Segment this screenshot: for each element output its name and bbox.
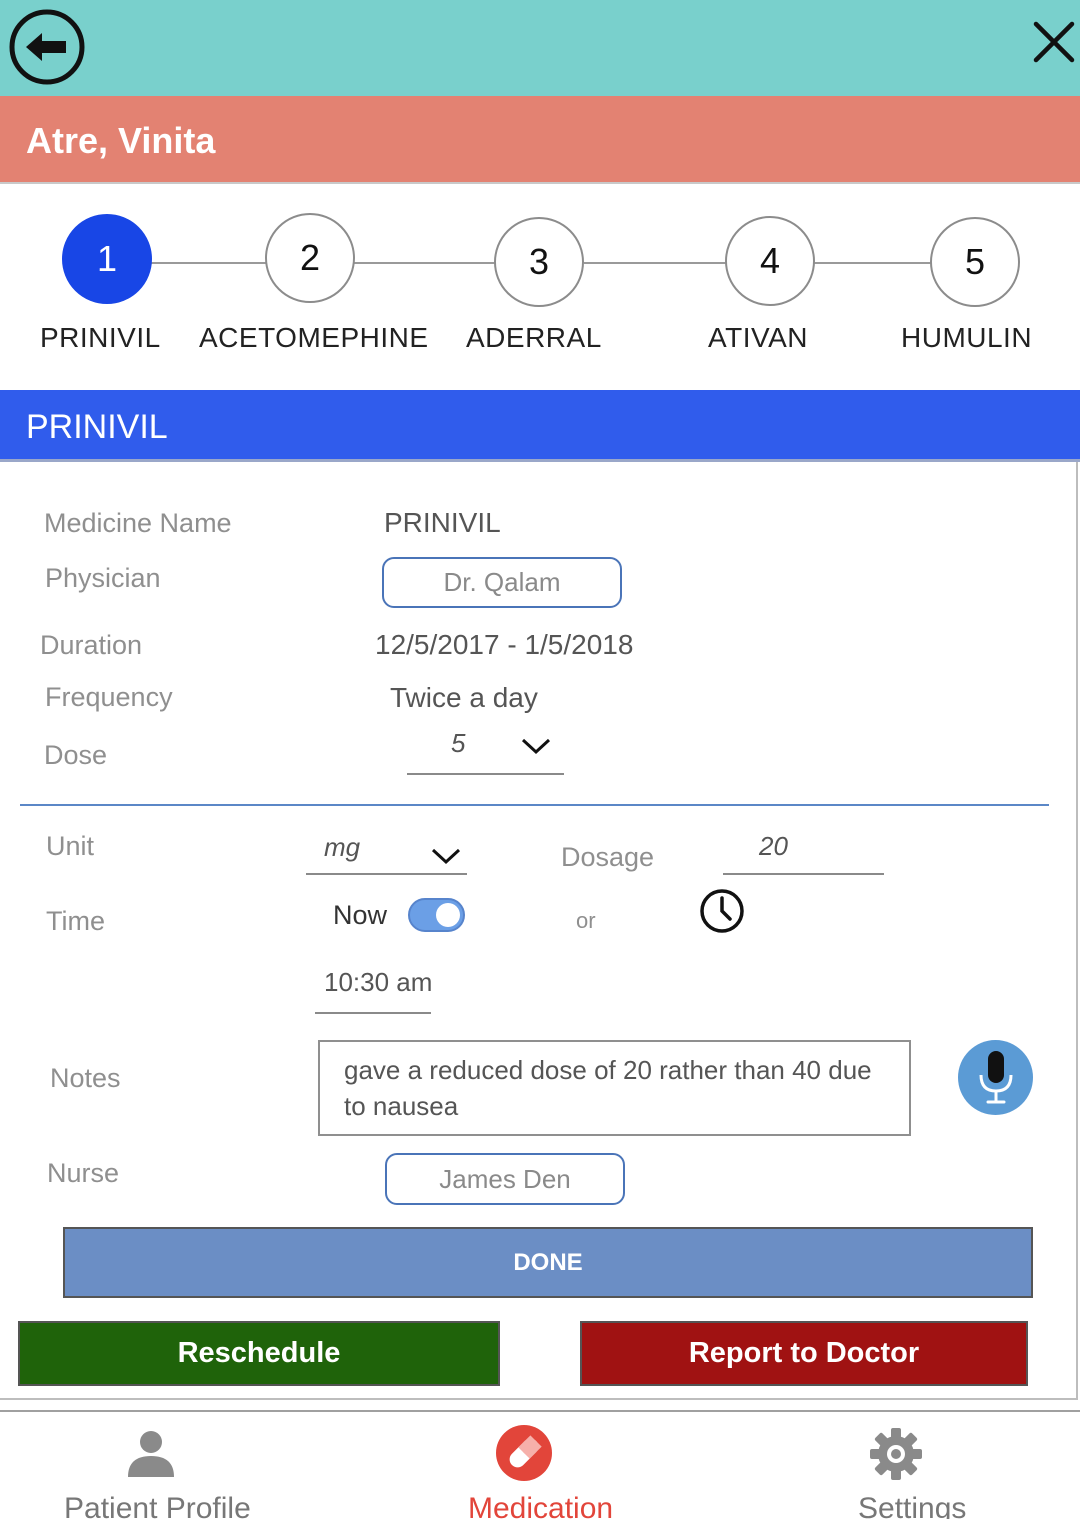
now-label: Now [333,900,388,930]
nav-medication-label: Medication [468,1492,614,1519]
reschedule-button[interactable]: Reschedule [18,1321,500,1386]
step-connector [584,262,726,264]
bottom-navigation: Patient Profile Medication Settings [0,1410,1080,1519]
person-icon [128,1431,174,1477]
step-1-label[interactable]: PRINIVIL [40,322,161,354]
nurse-label: Nurse [47,1158,120,1188]
nav-settings[interactable]: Settings [830,1412,990,1519]
voice-input-button[interactable] [958,1040,1033,1115]
time-label: Time [46,906,105,936]
dosage-underline [723,873,884,875]
step-connector [814,262,932,264]
step-connector [150,262,266,264]
time-underline [315,1012,431,1014]
report-to-doctor-button[interactable]: Report to Doctor [580,1321,1028,1386]
section-title: PRINIVIL [26,408,168,446]
dose-value: 5 [451,728,466,758]
step-2-label[interactable]: ACETOMEPHINE [199,322,429,354]
step-5-label[interactable]: HUMULIN [901,322,1032,354]
step-5-circle[interactable]: 5 [930,217,1020,307]
medication-stepper: 1 2 3 4 5 PRINIVIL ACETOMEPHINE ADERRAL … [0,186,1080,390]
patient-name: Atre, Vinita [26,120,216,161]
chevron-down-icon [521,738,551,755]
nav-patient-profile[interactable]: Patient Profile [40,1412,280,1519]
done-button[interactable]: DONE [63,1227,1033,1298]
now-toggle[interactable] [408,898,465,932]
unit-label: Unit [46,831,95,861]
toggle-knob [436,903,460,927]
dosage-label: Dosage [561,842,655,872]
step-2-circle[interactable]: 2 [265,213,355,303]
clock-icon[interactable] [698,887,746,935]
step-4-label[interactable]: ATIVAN [708,322,808,354]
nav-medication[interactable]: Medication [440,1412,640,1519]
top-bar [0,0,1080,96]
patient-bar: Atre, Vinita [0,96,1080,184]
physician-label: Physician [45,563,161,593]
back-button[interactable] [8,8,86,86]
nav-settings-label: Settings [858,1492,967,1519]
step-1-circle[interactable]: 1 [62,214,152,304]
microphone-icon [979,1050,1012,1103]
or-label: or [576,908,596,933]
gear-icon [870,1428,922,1480]
back-arrow-circle-icon [9,9,85,85]
dosage-input[interactable]: 20 [759,831,788,862]
nurse-field[interactable]: James Den [385,1153,625,1205]
notes-label: Notes [50,1063,121,1093]
section-header: PRINIVIL [0,390,1080,462]
close-button[interactable] [1030,18,1078,66]
time-input[interactable]: 10:30 am [324,967,432,998]
dose-label: Dose [44,740,108,770]
duration-label: Duration [40,630,143,660]
duration-value: 12/5/2017 - 1/5/2018 [375,629,634,660]
physician-field[interactable]: Dr. Qalam [382,557,622,608]
frequency-value: Twice a day [390,682,538,713]
close-x-icon [1033,21,1075,63]
step-connector [354,262,496,264]
chevron-down-icon [431,848,461,865]
nav-patient-profile-label: Patient Profile [64,1492,251,1519]
frequency-label: Frequency [45,682,173,712]
dose-underline [407,773,564,775]
pill-icon [496,1425,552,1481]
form-divider [20,804,1049,806]
medicine-name-value: PRINIVIL [384,507,501,538]
medicine-name-label: Medicine Name [44,508,232,538]
step-3-circle[interactable]: 3 [494,217,584,307]
step-4-circle[interactable]: 4 [725,216,815,306]
unit-underline [306,873,467,875]
unit-value: mg [324,832,361,862]
notes-textarea[interactable]: gave a reduced dose of 20 rather than 40… [318,1040,911,1136]
step-3-label[interactable]: ADERRAL [466,322,602,354]
